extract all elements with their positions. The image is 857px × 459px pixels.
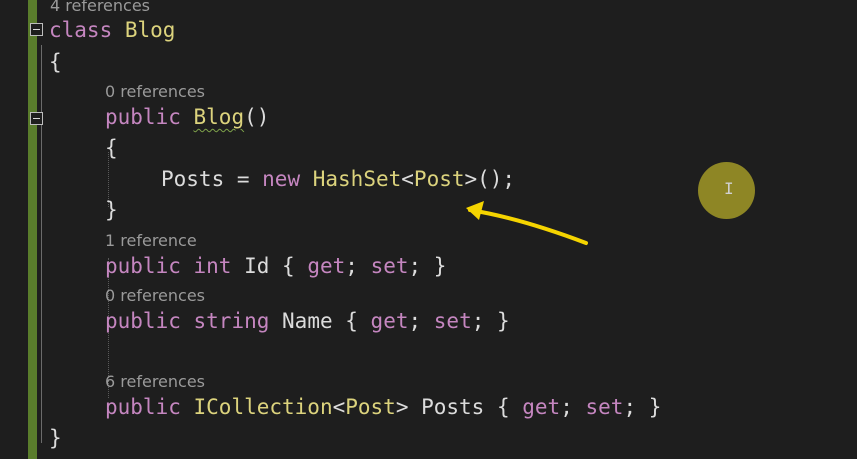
- annotation-arrow-icon: [466, 201, 588, 245]
- code-editor[interactable]: 4 references class Blog { 0 references p…: [0, 0, 857, 459]
- text-cursor-icon: I: [724, 179, 734, 198]
